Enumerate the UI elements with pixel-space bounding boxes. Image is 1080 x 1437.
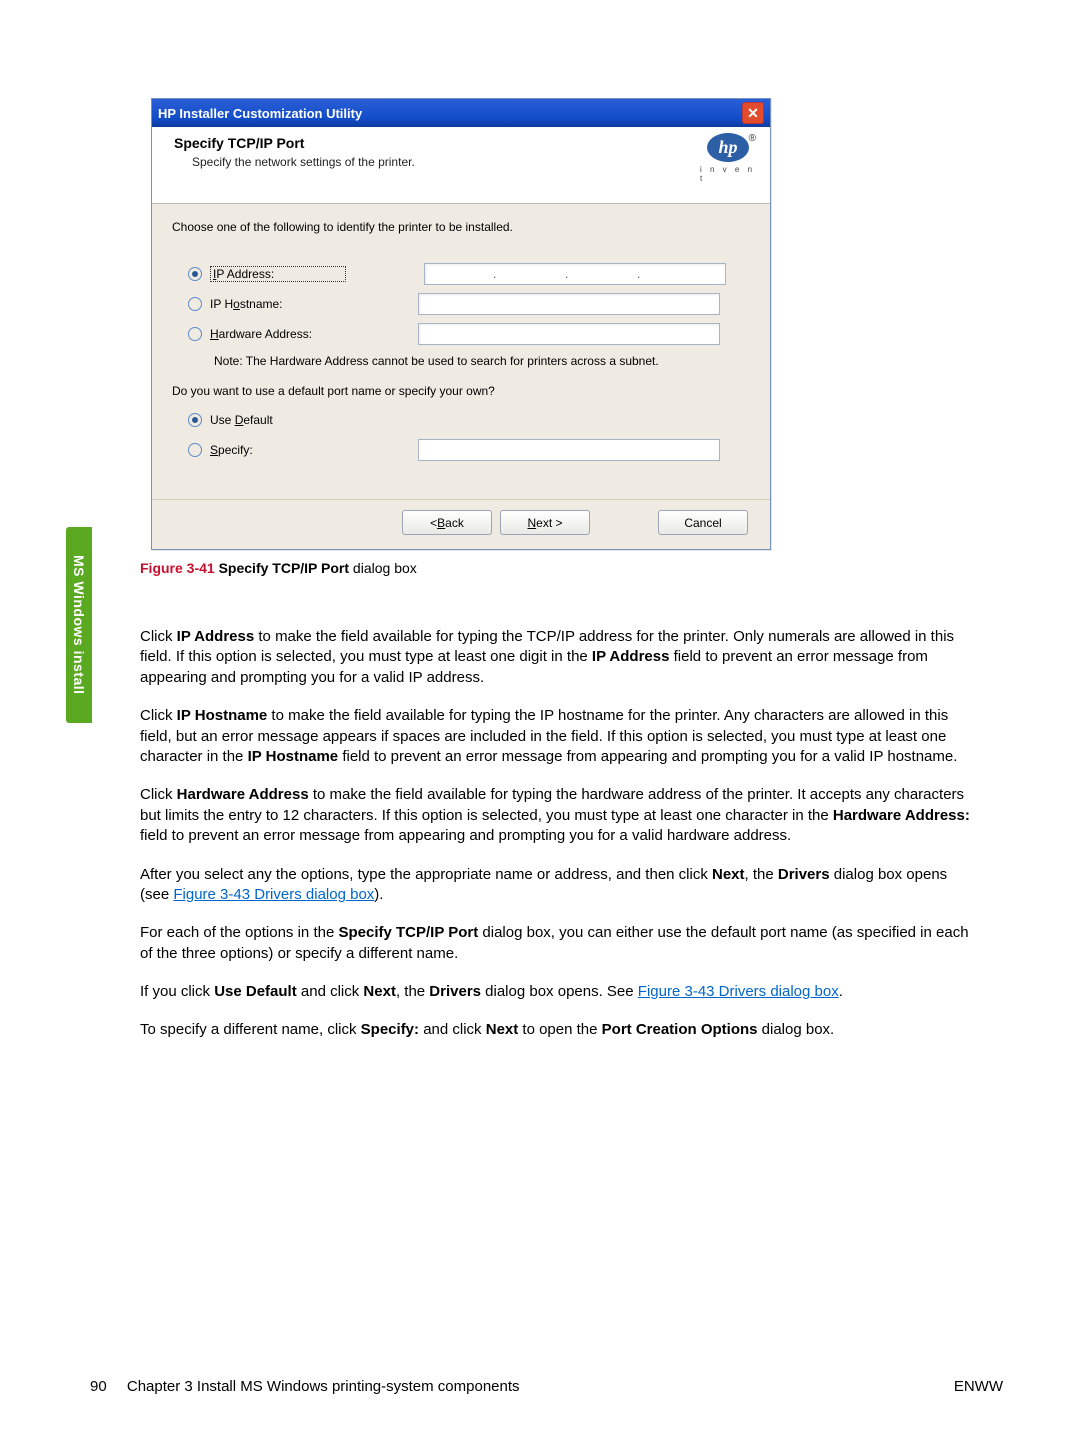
next-button[interactable]: Next >	[500, 510, 590, 535]
hp-logo-icon: hp	[707, 133, 749, 162]
hp-invent-label: i n v e n t	[700, 165, 756, 183]
radio-ip-address[interactable]: IP Address: . . .	[188, 262, 750, 286]
document-page: MS Windows install HP Installer Customiz…	[0, 0, 1080, 1437]
dialog-body: Choose one of the following to identify …	[152, 204, 770, 462]
registered-icon: ®	[749, 133, 756, 144]
port-name-question: Do you want to use a default port name o…	[172, 384, 750, 398]
paragraph-next-drivers: After you select any the options, type t…	[140, 865, 972, 906]
paragraph-ip-address: Click IP Address to make the field avail…	[140, 627, 972, 688]
cancel-button[interactable]: Cancel	[658, 510, 748, 535]
back-button[interactable]: < Back	[402, 510, 492, 535]
radio-dot-icon	[188, 413, 202, 427]
link-drivers-dialog-2[interactable]: Figure 3-43 Drivers dialog box	[638, 983, 839, 1000]
radio-dot-icon	[188, 443, 202, 457]
close-icon[interactable]: ✕	[742, 102, 764, 124]
paragraph-hardware-address: Click Hardware Address to make the field…	[140, 785, 972, 846]
radio-use-default[interactable]: Use Default	[188, 408, 750, 432]
radio-dot-icon	[188, 267, 202, 281]
paragraph-port-name: For each of the options in the Specify T…	[140, 923, 972, 964]
title-bar: HP Installer Customization Utility ✕	[152, 99, 770, 127]
footer-right: ENWW	[954, 1378, 1003, 1395]
ip-hostname-input[interactable]	[418, 293, 720, 315]
instruction-text: Choose one of the following to identify …	[172, 220, 750, 234]
footer-left: 90 Chapter 3 Install MS Windows printing…	[90, 1378, 520, 1395]
ip-address-input[interactable]: . . .	[424, 263, 726, 285]
dialog-heading: Specify TCP/IP Port	[174, 135, 756, 151]
page-number: 90	[90, 1378, 107, 1395]
figure-caption: Figure 3-41 Specify TCP/IP Port dialog b…	[140, 560, 417, 576]
paragraph-use-default: If you click Use Default and click Next,…	[140, 982, 972, 1002]
paragraph-specify: To specify a different name, click Speci…	[140, 1020, 972, 1040]
figure-number: Figure 3-41	[140, 560, 215, 576]
radio-hardware-label: Hardware Address:	[210, 327, 340, 341]
hardware-note: Note: The Hardware Address cannot be use…	[214, 354, 750, 368]
dialog-window: HP Installer Customization Utility ✕ Spe…	[151, 98, 771, 550]
radio-ip-address-label: IP Address:	[210, 266, 346, 282]
side-tab-label: MS Windows install	[71, 555, 87, 695]
figure-suffix: dialog box	[349, 560, 417, 576]
specify-input[interactable]	[418, 439, 720, 461]
dialog-header: Specify TCP/IP Port Specify the network …	[152, 127, 770, 204]
dialog-subheading: Specify the network settings of the prin…	[192, 155, 756, 169]
radio-use-default-label: Use Default	[210, 413, 340, 427]
paragraph-ip-hostname: Click IP Hostname to make the field avai…	[140, 706, 972, 767]
radio-specify[interactable]: Specify:	[188, 438, 750, 462]
figure-title: Specify TCP/IP Port	[215, 560, 349, 576]
radio-ip-hostname-label: IP Hostname:	[210, 297, 340, 311]
side-tab: MS Windows install	[66, 527, 92, 723]
radio-ip-hostname[interactable]: IP Hostname:	[188, 292, 750, 316]
page-footer: 90 Chapter 3 Install MS Windows printing…	[90, 1378, 1003, 1395]
button-row: < Back Next > Cancel	[152, 499, 770, 535]
hardware-address-input[interactable]	[418, 323, 720, 345]
link-drivers-dialog[interactable]: Figure 3-43 Drivers dialog box	[173, 886, 374, 903]
hp-logo: ® hp i n v e n t	[700, 133, 756, 183]
radio-specify-label: Specify:	[210, 443, 340, 457]
body-content: Click IP Address to make the field avail…	[140, 627, 972, 1059]
radio-dot-icon	[188, 327, 202, 341]
radio-dot-icon	[188, 297, 202, 311]
radio-hardware-address[interactable]: Hardware Address:	[188, 322, 750, 346]
window-title: HP Installer Customization Utility	[158, 106, 362, 121]
chapter-label: Chapter 3 Install MS Windows printing-sy…	[127, 1378, 520, 1395]
